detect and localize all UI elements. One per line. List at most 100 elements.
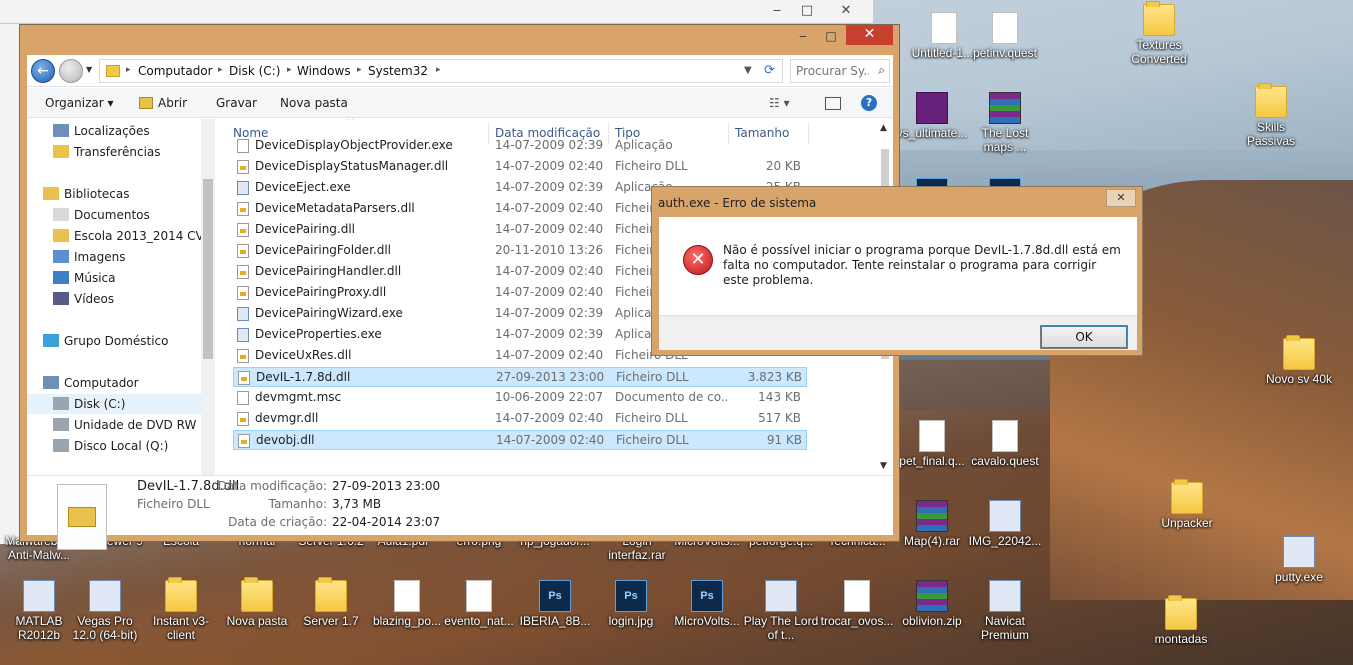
dll-file-icon — [237, 160, 249, 174]
desktop-icon-iberia[interactable]: Ps IBERIA_8B... — [516, 580, 594, 628]
nav-item-12[interactable]: Disco Local (Q:) — [27, 436, 203, 456]
desktop-icon-label: petinv.quest — [973, 46, 1037, 60]
desktop-icon-nova-pasta[interactable]: Nova pasta — [218, 577, 296, 628]
desktop-icon-montadas[interactable]: montadas — [1142, 595, 1220, 646]
nav-item-9[interactable]: Computador — [27, 373, 203, 393]
details-created-label: Data de criação: — [228, 515, 327, 529]
address-dropdown-icon[interactable]: ▼ — [744, 65, 752, 76]
file-size: 143 KB — [758, 390, 801, 404]
desktop-icon-label: login.jpg — [608, 614, 654, 628]
file-row[interactable]: DevIL-1.7.8d.dll 27-09-2013 23:00 Ficheiro… — [233, 367, 807, 387]
desktop-icon-label: Textures Converted — [1131, 38, 1187, 66]
forward-button[interactable] — [59, 59, 83, 83]
nav-item-10[interactable]: Disk (C:) — [27, 394, 203, 414]
file-row[interactable]: DeviceDisplayStatusManager.dll 14-07-2009… — [233, 157, 807, 177]
desktop-icon-cavalo[interactable]: cavalo.quest — [966, 420, 1044, 468]
breadcrumb-separator: ▸ — [287, 65, 292, 75]
nav-item-label: Unidade de DVD RW (G — [74, 418, 213, 432]
dll-file-icon — [237, 349, 249, 363]
nav-item-4[interactable]: Escola 2013_2014 CV — [27, 226, 204, 246]
desktop-icon-evento[interactable]: evento_nat... — [440, 580, 518, 628]
breadcrumb-system32[interactable]: System32 — [368, 64, 428, 78]
file-row[interactable]: devmgr.dll 14-07-2009 02:40 Ficheiro DLL 51… — [233, 409, 807, 429]
desktop-icon-navicat[interactable]: Navicat Premium — [966, 580, 1044, 642]
desktop-icon-lost-maps[interactable]: The Lost maps ... — [966, 92, 1044, 154]
desktop-icon-putty[interactable]: putty.exe — [1260, 536, 1338, 584]
file-date: 14-07-2009 02:39 — [495, 180, 604, 194]
file-icon — [394, 580, 420, 612]
search-box[interactable]: ⌕ — [790, 59, 890, 83]
nav-item-2[interactable]: Bibliotecas — [27, 184, 203, 204]
recent-pages-dropdown-icon[interactable]: ▼ — [86, 65, 92, 74]
nav-item-1[interactable]: Transferências — [27, 142, 203, 162]
nav-item-7[interactable]: Vídeos — [27, 289, 203, 309]
desktop-icon-pet-final[interactable]: pet_final.q... — [893, 420, 971, 468]
navigation-scrollbar[interactable] — [201, 119, 215, 475]
minimize-icon[interactable]: ‒ — [790, 27, 816, 45]
help-icon[interactable]: ? — [861, 95, 877, 111]
burn-button[interactable]: Gravar — [216, 96, 257, 110]
refresh-icon[interactable]: ⟳ — [764, 63, 775, 78]
file-size: 91 KB — [766, 433, 802, 447]
nav-item-label: Escola 2013_2014 CV — [74, 229, 204, 243]
error-message: Não é possível iniciar o programa porque… — [723, 243, 1121, 287]
open-button[interactable]: Abrir — [139, 96, 187, 110]
file-row[interactable]: devmgmt.msc 10-06-2009 22:07 Documento de … — [233, 388, 807, 408]
nav-item-5[interactable]: Imagens — [27, 247, 203, 267]
search-input[interactable] — [791, 60, 869, 82]
nav-item-3[interactable]: Documentos — [27, 205, 203, 225]
desktop-icon-unpacker[interactable]: Unpacker — [1148, 479, 1226, 530]
desktop-icon-microvolts[interactable]: Ps MicroVolts... — [668, 580, 746, 628]
desktop-icon-server17[interactable]: Server 1.7 — [292, 577, 370, 628]
desktop-icon-vegas[interactable]: Vegas Pro 12.0 (64-bit) — [66, 580, 144, 642]
desktop-icon-label: montadas — [1154, 632, 1208, 646]
desktop-icon-vs-ultimate[interactable]: vs_ultimate... — [893, 92, 971, 140]
nav-item-0[interactable]: Localizações — [27, 121, 203, 141]
maximize-icon[interactable]: □ — [818, 27, 844, 45]
scrollbar-thumb[interactable] — [203, 179, 213, 359]
close-icon[interactable]: ✕ — [826, 0, 866, 22]
file-row[interactable]: devobj.dll 14-07-2009 02:40 Ficheiro DLL 91… — [233, 430, 807, 450]
nav-item-6[interactable]: Música — [27, 268, 203, 288]
breadcrumb-windows[interactable]: Windows — [297, 64, 351, 78]
scroll-up-icon[interactable]: ▲ — [880, 123, 887, 133]
desktop-icon-skills[interactable]: Skills Passivas — [1232, 83, 1310, 148]
nav-item-8[interactable]: Grupo Doméstico — [27, 331, 203, 351]
desktop-icon-blazing[interactable]: blazing_po... — [368, 580, 446, 628]
ps-icon: Ps — [539, 580, 571, 612]
view-options-icon[interactable]: ☷ ▾ — [769, 96, 790, 110]
dll-file-icon — [238, 371, 250, 385]
minimize-icon[interactable]: ‒ — [764, 0, 790, 22]
desktop-icon-play-lotr[interactable]: Play The Lord of t... — [742, 580, 820, 642]
file-name: DevicePairingFolder.dll — [255, 243, 391, 257]
maximize-icon[interactable]: □ — [794, 0, 820, 22]
desktop-icon-instant[interactable]: Instant v3-client — [142, 577, 220, 642]
desktop-icon-img-2204[interactable]: IMG_22042... — [966, 500, 1044, 548]
ok-button[interactable]: OK — [1040, 325, 1128, 349]
organize-button[interactable]: Organizar ▾ — [45, 96, 114, 110]
search-icon[interactable]: ⌕ — [878, 63, 885, 78]
preview-pane-icon[interactable] — [825, 97, 841, 110]
address-bar[interactable]: ▸ Computador ▸ Disk (C:) ▸ Windows ▸ Sys… — [99, 59, 783, 83]
desktop-icon-novo-sv[interactable]: Novo sv 40k — [1260, 335, 1338, 386]
file-type: Aplicação — [615, 138, 673, 152]
desktop-icon-map4[interactable]: Map(4).rar — [893, 500, 971, 548]
desktop-icon-trocar[interactable]: trocar_ovos... — [818, 580, 896, 628]
error-dialog: auth.exe - Erro de sistema ✕ ✕ Não é pos… — [651, 186, 1143, 356]
desktop-icon-petinv[interactable]: petinv.quest — [966, 12, 1044, 60]
desktop-icon-label: Map(4).rar — [903, 534, 960, 548]
desktop-icon-login-jpg[interactable]: Ps login.jpg — [592, 580, 670, 628]
dll-file-icon — [237, 139, 249, 153]
new-folder-button[interactable]: Nova pasta — [280, 96, 348, 110]
breadcrumb-disk-c[interactable]: Disk (C:) — [229, 64, 280, 78]
back-button[interactable]: ← — [31, 59, 55, 83]
dialog-close-button[interactable]: ✕ — [1106, 189, 1136, 207]
breadcrumb-computer[interactable]: Computador — [138, 64, 213, 78]
file-row[interactable]: DeviceDisplayObjectProvider.exe 14-07-200… — [233, 136, 807, 156]
scroll-down-icon[interactable]: ▼ — [880, 461, 887, 471]
folder-icon — [106, 65, 120, 77]
close-button[interactable]: ✕ — [846, 25, 893, 45]
nav-item-11[interactable]: Unidade de DVD RW (G — [27, 415, 213, 435]
desktop-icon-textures[interactable]: Textures Converted — [1120, 1, 1198, 66]
desktop-icon-oblivion[interactable]: oblivion.zip — [893, 580, 971, 628]
